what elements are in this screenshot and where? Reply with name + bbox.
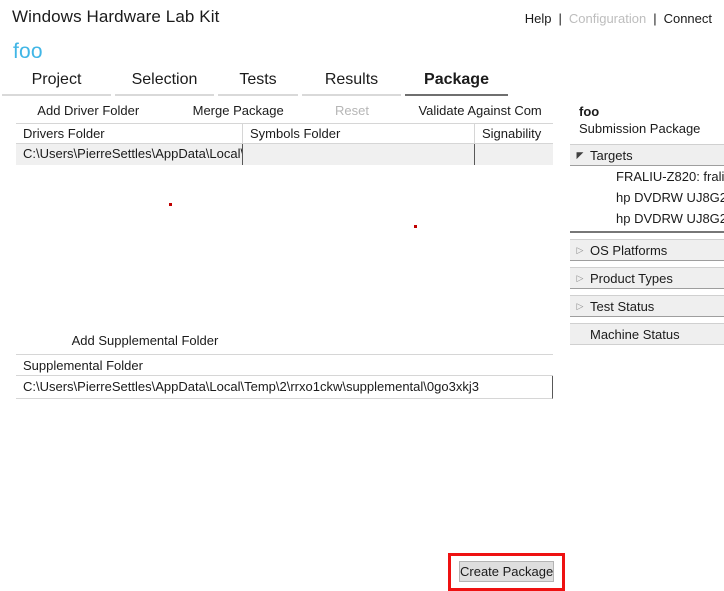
sidebar-title: foo [579,104,600,119]
sidebar-section-test-status-label: Test Status [590,298,655,314]
submission-package-sidebar: foo Submission Package ◤ Targets FRALIU-… [570,103,724,345]
tab-underline [115,94,214,96]
list-item[interactable]: hp DVDRW UJ8G2A [570,187,724,208]
collapse-triangle-icon[interactable]: ▷ [570,240,590,260]
cell-signability[interactable] [475,144,553,165]
tab-tests-label: Tests [239,71,277,88]
tab-selection-label: Selection [131,71,198,88]
reset-button[interactable]: Reset [300,103,404,118]
cell-symbols-folder[interactable] [243,144,475,165]
table-row[interactable]: C:\Users\PierreSettles\AppData\Local\ [16,144,553,165]
cell-drivers-folder[interactable]: C:\Users\PierreSettles\AppData\Local\ [16,144,243,165]
application-window: Windows Hardware Lab Kit Help | Configur… [0,0,724,591]
link-separator-1: | [558,11,562,26]
connect-link[interactable]: Connect [664,11,712,26]
drivers-grid-header: Drivers Folder Symbols Folder Signabilit… [16,123,553,144]
sidebar-section-targets[interactable]: ◤ Targets [570,144,724,166]
column-header-signability[interactable]: Signability [475,124,553,143]
annotation-dot-2 [414,225,417,228]
tab-selection[interactable]: Selection [113,70,216,96]
validate-against-com-button[interactable]: Validate Against Com [404,103,556,118]
tab-underline [218,94,298,96]
sidebar-subtitle: Submission Package [579,121,701,136]
table-row[interactable]: C:\Users\PierreSettles\AppData\Local\Tem… [16,376,553,399]
tab-results[interactable]: Results [300,70,403,96]
sidebar-section-product-types[interactable]: ▷ Product Types [570,267,724,289]
link-separator-2: | [653,11,657,26]
column-header-symbols-folder[interactable]: Symbols Folder [243,124,475,143]
tab-underline [302,94,401,96]
tab-tests[interactable]: Tests [216,70,300,96]
tab-underline [2,94,111,96]
supplemental-grid: Supplemental Folder C:\Users\PierreSettl… [16,354,553,399]
app-title: Windows Hardware Lab Kit [12,7,220,26]
main-tabs: Project Selection Tests Results Package [0,70,570,96]
annotation-dot-1 [169,203,172,206]
merge-package-button[interactable]: Merge Package [176,103,299,118]
sidebar-section-product-types-label: Product Types [590,270,673,286]
package-toolbar: Add Driver Folder Merge Package Reset Va… [0,100,556,120]
sidebar-section-os-platforms-label: OS Platforms [590,242,668,258]
configuration-link[interactable]: Configuration [569,11,646,26]
list-item[interactable]: hp DVDRW UJ8G2A [570,208,724,229]
header-links: Help | Configuration | Connect [525,11,712,26]
sidebar-section-test-status[interactable]: ▷ Test Status [570,295,724,317]
expand-triangle-icon[interactable]: ◤ [570,145,590,165]
project-title: foo [13,40,43,63]
tab-project[interactable]: Project [0,70,113,96]
sidebar-section-machine-status[interactable]: Machine Status [570,323,724,345]
drivers-grid: Drivers Folder Symbols Folder Signabilit… [16,123,553,165]
create-package-button[interactable]: Create Package [459,561,554,582]
column-header-supplemental-folder[interactable]: Supplemental Folder [16,354,553,376]
add-driver-folder-button[interactable]: Add Driver Folder [0,103,176,118]
sidebar-section-machine-status-label: Machine Status [590,326,680,342]
tab-results-label: Results [324,71,379,88]
add-supplemental-folder-button[interactable]: Add Supplemental Folder [0,333,290,348]
collapse-triangle-icon[interactable]: ▷ [570,296,590,316]
list-item[interactable]: FRALIU-Z820: fraliu: [570,166,724,187]
sidebar-section-targets-label: Targets [590,147,633,163]
tab-project-label: Project [31,71,82,88]
tab-underline-active [405,94,508,96]
collapse-triangle-icon[interactable]: ▷ [570,268,590,288]
tab-package-label: Package [424,71,489,88]
help-link[interactable]: Help [525,11,552,26]
column-header-drivers-folder[interactable]: Drivers Folder [16,124,243,143]
sidebar-section-os-platforms[interactable]: ▷ OS Platforms [570,239,724,261]
sidebar-targets-children: FRALIU-Z820: fraliu: hp DVDRW UJ8G2A hp … [570,166,724,233]
tab-package[interactable]: Package [403,70,510,96]
